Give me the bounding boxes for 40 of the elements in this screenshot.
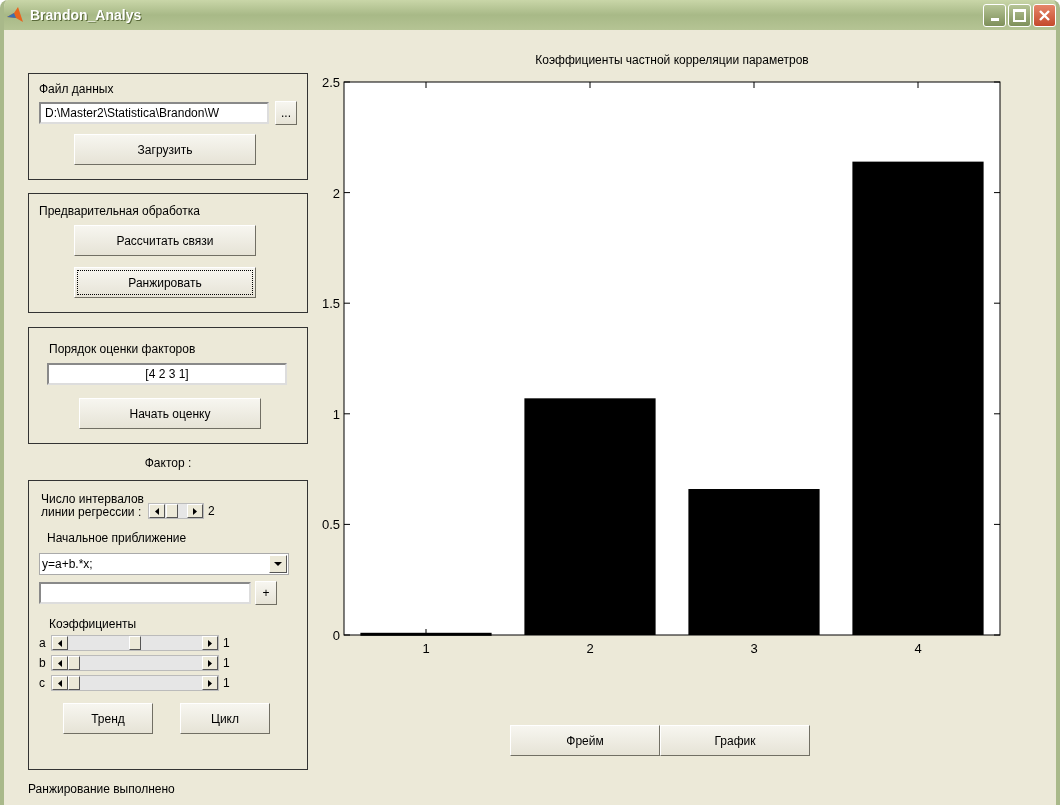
window-title: Brandon_Analys (30, 7, 143, 23)
slider-reading: 1 (223, 676, 230, 690)
axis-tick-label: 2 (586, 641, 594, 656)
factor-label: Фактор : (143, 456, 193, 470)
axis-tick-label: 3 (750, 641, 758, 656)
coefficients-label: Коэффициенты (49, 617, 138, 631)
coefficient-name: c (39, 676, 46, 690)
add-button[interactable]: + (255, 581, 277, 605)
axis-tick-label: 0.5 (322, 517, 340, 533)
coefficient-name: a (39, 636, 47, 650)
action-button[interactable]: Рассчитать связи (74, 225, 256, 256)
coefficient-name: b (39, 656, 47, 670)
action-button[interactable]: Цикл (180, 703, 270, 734)
status-text: Ранжирование выполнено (28, 782, 176, 796)
axis-tick-label: 1.5 (322, 296, 340, 312)
start-button[interactable]: Начать оценку (79, 398, 261, 429)
view-button[interactable]: График (660, 725, 810, 756)
intervals-label: Число интервалов линии регрессии : (41, 493, 144, 519)
axis-tick-label: 2 (332, 185, 340, 201)
file-path-field[interactable]: D:\Master2\Statistica\Brandon\W (39, 102, 269, 124)
approximation-label: Начальное приближение (47, 531, 188, 545)
load-button[interactable]: Загрузить (74, 134, 256, 165)
browse-button[interactable]: ... (275, 101, 297, 125)
chart-title: Коэффициенты частной корреляции параметров (535, 53, 809, 67)
action-button[interactable]: Ранжировать (74, 267, 256, 298)
order-field[interactable]: [4 2 3 1] (47, 363, 287, 385)
axis-tick-label: 1 (422, 641, 430, 656)
formula-dropdown[interactable]: y=a+b.*x; (39, 553, 289, 575)
panel-label: Порядок оценки факторов (49, 342, 197, 356)
slider-reading: 1 (223, 656, 230, 670)
axis-tick-label: 4 (914, 641, 922, 656)
slider-reading: 2 (208, 504, 215, 518)
panel-label: Файл данных (39, 82, 115, 96)
axis-tick-label: 0 (332, 628, 340, 643)
view-button[interactable]: Фрейм (510, 725, 660, 756)
panel-label: Предварительная обработка (39, 204, 201, 218)
axis-tick-label: 2.5 (322, 75, 340, 90)
action-button[interactable]: Тренд (63, 703, 153, 734)
slider-reading: 1 (223, 636, 230, 650)
axis-tick-label: 1 (332, 406, 340, 422)
